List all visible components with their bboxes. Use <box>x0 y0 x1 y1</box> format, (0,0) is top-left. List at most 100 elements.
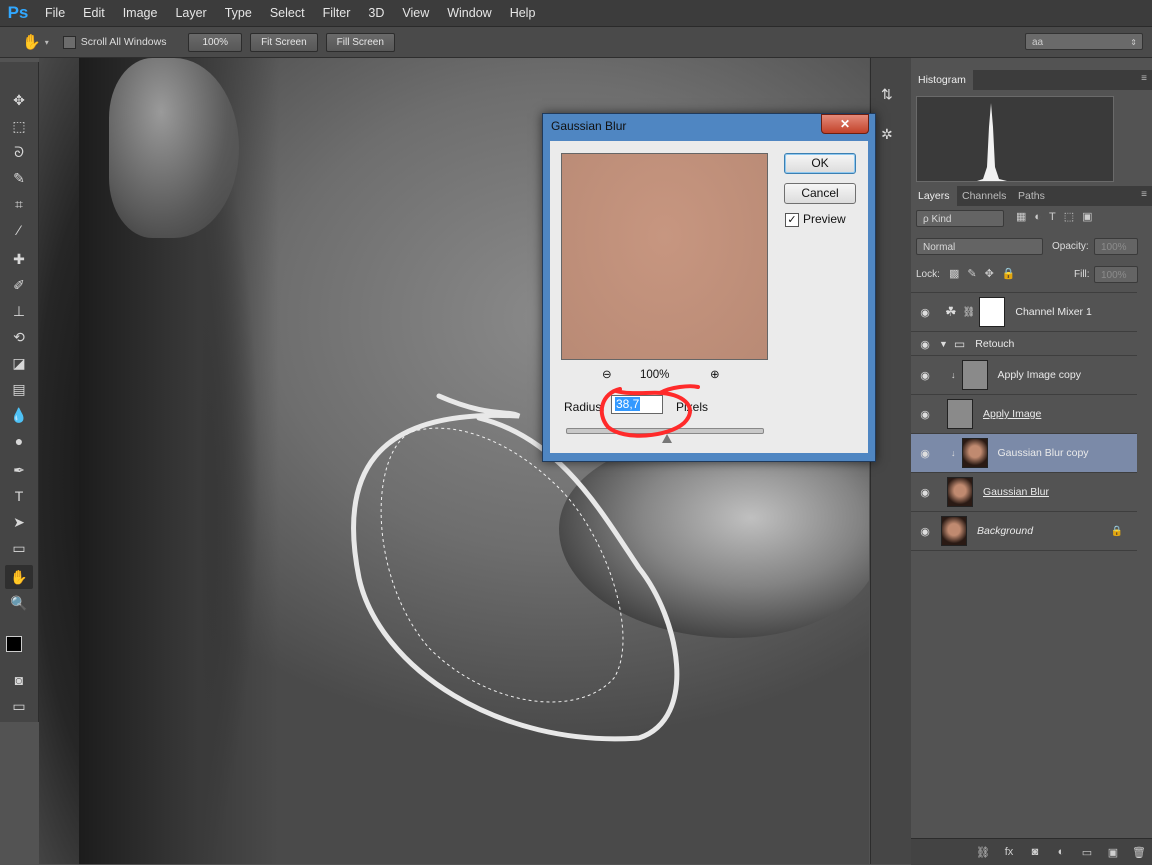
visibility-eye-icon[interactable]: ◉ <box>911 447 939 460</box>
layer-row-background[interactable]: ◉ Background 🔒 <box>911 511 1137 551</box>
kind-filter-value: ρ Kind <box>923 214 952 225</box>
layers-menu-icon[interactable]: ≡ <box>1141 189 1147 200</box>
navigator-panel-icon[interactable]: ✲ <box>881 126 893 143</box>
tab-channels[interactable]: Channels <box>955 186 1013 206</box>
tools-panel: ✥ ⬚ ᘐ ✎ ⌗ ⁄ ✚ ✐ ⊥ ⟲ ◪ ▤ 💧 ● ✒ T ➤ ▭ ✋ 🔍 … <box>0 62 39 722</box>
fit-screen-button[interactable]: Fit Screen <box>250 32 318 52</box>
layer-row-apply-image-copy[interactable]: ◉ ↓ Apply Image copy <box>911 355 1137 394</box>
menu-type[interactable]: Type <box>216 0 261 26</box>
layers-tabstrip: Layers Channels Paths ≡ <box>911 186 1152 206</box>
eyedropper-tool-icon[interactable]: ⁄ <box>5 218 33 242</box>
filter-type-icons[interactable]: ▦◐T⬚▣ <box>1016 210 1101 223</box>
preview-checkbox[interactable]: ✓ <box>785 213 799 227</box>
blend-mode-select[interactable]: Normal <box>916 238 1043 255</box>
blur-tool-icon[interactable]: 💧 <box>5 403 33 427</box>
hand-tool-active-icon[interactable]: ✋ <box>5 565 33 589</box>
menu-help[interactable]: Help <box>501 0 545 26</box>
lock-icons[interactable]: ▩✎✥🔒 <box>949 267 1024 280</box>
menu-filter[interactable]: Filter <box>314 0 360 26</box>
tab-layers[interactable]: Layers <box>911 186 957 206</box>
layer-thumbnail[interactable] <box>961 438 988 468</box>
zoom-tool-icon[interactable]: 🔍 <box>5 591 33 615</box>
fill-input[interactable]: 100% <box>1094 266 1138 283</box>
layer-row-channel-mixer[interactable]: ◉ ☘ ⛓ Channel Mixer 1 <box>911 292 1137 331</box>
layer-row-gaussian-blur[interactable]: ◉ Gaussian Blur <box>911 472 1137 511</box>
fx-icon[interactable]: fx <box>996 846 1022 858</box>
kind-filter-select[interactable]: ρ Kind <box>916 210 1004 227</box>
new-layer-icon[interactable]: ▣ <box>1100 846 1126 859</box>
brush-tool-icon[interactable]: ✐ <box>5 273 33 297</box>
quick-select-tool-icon[interactable]: ✎ <box>5 166 33 190</box>
tool-preset-chevron-icon[interactable]: ▾ <box>45 38 49 47</box>
menu-bar: Ps File Edit Image Layer Type Select Fil… <box>0 0 1152 27</box>
scroll-all-windows-checkbox[interactable]: Scroll All Windows <box>62 35 166 49</box>
group-expand-chevron-icon[interactable]: ▼ <box>939 339 948 349</box>
tab-paths[interactable]: Paths <box>1011 186 1052 206</box>
new-group-icon[interactable]: ▭ <box>1074 846 1100 859</box>
gradient-tool-icon[interactable]: ▤ <box>5 377 33 401</box>
layer-row-apply-image[interactable]: ◉ Apply Image <box>911 394 1137 433</box>
visibility-eye-icon[interactable]: ◉ <box>911 338 939 351</box>
layer-thumbnail[interactable] <box>941 516 967 546</box>
close-button[interactable]: ✕ <box>821 114 869 134</box>
lasso-tool-icon[interactable]: ᘐ <box>5 140 33 164</box>
menu-layer[interactable]: Layer <box>166 0 215 26</box>
new-adjustment-icon[interactable]: ◐ <box>1048 846 1074 858</box>
layer-mask-thumbnail[interactable] <box>979 297 1006 327</box>
ok-button[interactable]: OK <box>784 153 856 174</box>
trash-icon[interactable]: 🗑 <box>1126 846 1152 859</box>
screen-mode-icon[interactable]: ▭ <box>5 694 33 718</box>
histogram-tabstrip: Histogram ≡ <box>911 70 1152 90</box>
fill-screen-button[interactable]: Fill Screen <box>325 32 395 52</box>
clone-stamp-tool-icon[interactable]: ⊥ <box>5 299 33 323</box>
visibility-eye-icon[interactable]: ◉ <box>911 306 939 319</box>
move-tool-icon[interactable]: ✥ <box>5 88 33 112</box>
layer-thumbnail[interactable] <box>947 399 973 429</box>
histogram-menu-icon[interactable]: ≡ <box>1141 73 1147 84</box>
workspace-select[interactable]: aa ⇕ <box>1025 33 1143 50</box>
menu-view[interactable]: View <box>393 0 438 26</box>
pen-tool-icon[interactable]: ✒ <box>5 458 33 482</box>
cancel-button[interactable]: Cancel <box>784 183 856 204</box>
menu-window[interactable]: Window <box>438 0 500 26</box>
scroll-all-checkbox-box[interactable] <box>62 35 76 49</box>
layer-name: Gaussian Blur <box>983 486 1049 498</box>
history-panel-icon[interactable]: ⇅ <box>881 86 893 103</box>
visibility-eye-icon[interactable]: ◉ <box>911 369 939 382</box>
hand-tool-icon[interactable]: ✋ <box>22 33 41 51</box>
annotation-red-circle <box>599 384 700 438</box>
menu-image[interactable]: Image <box>114 0 167 26</box>
layer-row-gaussian-blur-copy[interactable]: ◉ ↓ Gaussian Blur copy <box>911 433 1137 472</box>
opacity-input[interactable]: 100% <box>1094 238 1138 255</box>
eraser-tool-icon[interactable]: ◪ <box>5 351 33 375</box>
layer-thumbnail[interactable] <box>947 477 973 507</box>
add-mask-icon[interactable]: ◙ <box>1022 846 1048 858</box>
preview-label: Preview <box>803 212 846 226</box>
zoom-100-button[interactable]: 100% <box>188 32 243 52</box>
shape-tool-icon[interactable]: ▭ <box>5 536 33 560</box>
menu-edit[interactable]: Edit <box>74 0 114 26</box>
foreground-color-swatch[interactable] <box>6 636 22 652</box>
healing-brush-tool-icon[interactable]: ✚ <box>5 247 33 271</box>
link-layers-icon[interactable]: ⛓ <box>970 846 996 859</box>
visibility-eye-icon[interactable]: ◉ <box>911 486 939 499</box>
crop-tool-icon[interactable]: ⌗ <box>5 192 33 216</box>
marquee-tool-icon[interactable]: ⬚ <box>5 114 33 138</box>
history-brush-tool-icon[interactable]: ⟲ <box>5 325 33 349</box>
path-select-tool-icon[interactable]: ➤ <box>5 510 33 534</box>
layer-row-retouch-group[interactable]: ◉ ▼ ▭ Retouch <box>911 331 1137 356</box>
menu-select[interactable]: Select <box>261 0 314 26</box>
fill-value: 100% <box>1101 270 1127 281</box>
filter-preview[interactable] <box>561 153 768 360</box>
visibility-eye-icon[interactable]: ◉ <box>911 525 939 538</box>
visibility-eye-icon[interactable]: ◉ <box>911 408 939 421</box>
menu-file[interactable]: File <box>36 0 74 26</box>
layer-thumbnail[interactable] <box>961 360 988 390</box>
menu-3d[interactable]: 3D <box>359 0 393 26</box>
mask-link-icon[interactable]: ⛓ <box>963 307 976 318</box>
tab-histogram[interactable]: Histogram <box>911 70 973 90</box>
type-tool-icon[interactable]: T <box>5 484 33 508</box>
zoom-in-icon[interactable]: ⊕ <box>710 367 720 381</box>
dodge-tool-icon[interactable]: ● <box>5 429 33 453</box>
quick-mask-icon[interactable]: ◙ <box>5 668 33 692</box>
